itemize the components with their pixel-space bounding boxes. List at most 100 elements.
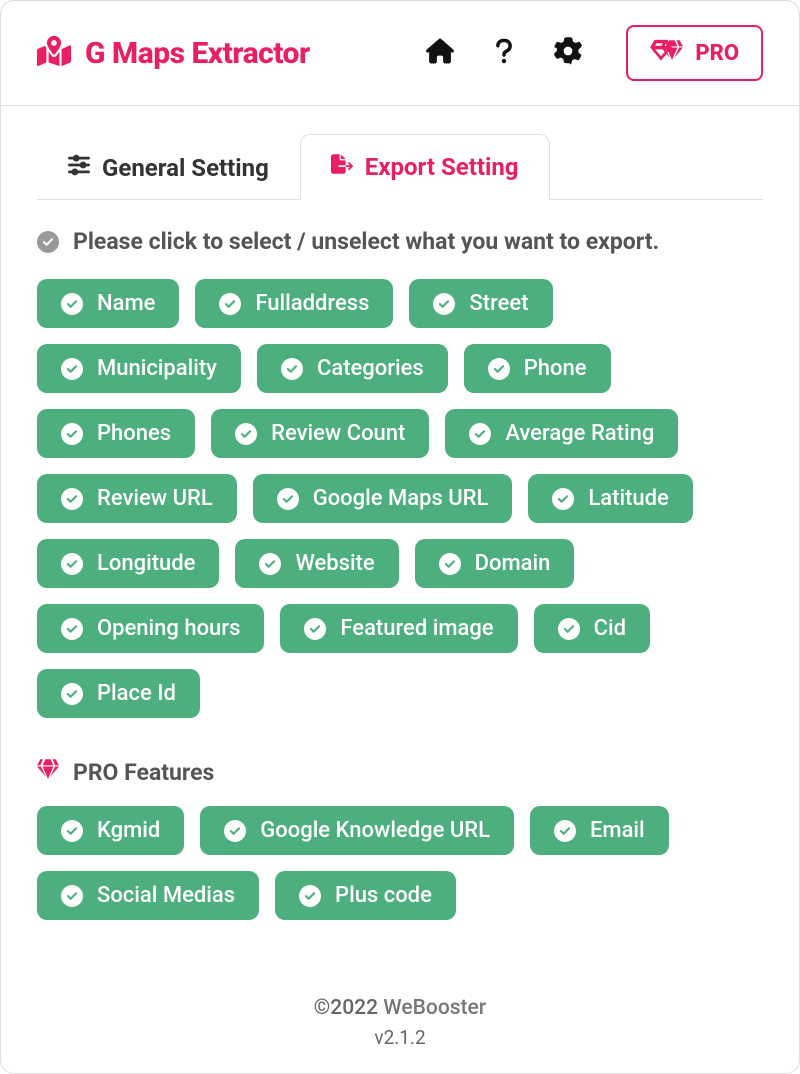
field-chip-label: Municipality <box>97 356 217 381</box>
check-circle-icon <box>235 423 257 445</box>
field-chip-label: Name <box>97 291 155 316</box>
field-chip-social-medias[interactable]: Social Medias <box>37 871 259 920</box>
field-chip-phone[interactable]: Phone <box>464 344 611 393</box>
field-chip-review-url[interactable]: Review URL <box>37 474 237 523</box>
field-chip-longitude[interactable]: Longitude <box>37 539 219 588</box>
field-chip-review-count[interactable]: Review Count <box>211 409 429 458</box>
pro-features-section: PRO Features Kgmid Google Knowledge URL Em… <box>37 758 763 920</box>
field-chip-municipality[interactable]: Municipality <box>37 344 241 393</box>
export-field-list: Name Fulladdress Street Municipality Categor… <box>37 279 763 718</box>
field-chip-average-rating[interactable]: Average Rating <box>445 409 678 458</box>
check-circle-icon <box>61 488 83 510</box>
instruction-text: Please click to select / unselect what y… <box>73 228 659 255</box>
diamond-icon <box>650 39 683 67</box>
field-chip-street[interactable]: Street <box>409 279 552 328</box>
sliders-icon <box>68 154 90 182</box>
question-icon <box>490 37 518 69</box>
check-circle-icon <box>259 553 281 575</box>
check-circle-icon <box>304 618 326 640</box>
check-circle-icon <box>37 231 59 253</box>
field-chip-label: Longitude <box>97 551 195 576</box>
field-chip-label: Latitude <box>588 486 668 511</box>
field-chip-label: Phones <box>97 421 171 446</box>
field-chip-featured-image[interactable]: Featured image <box>280 604 517 653</box>
check-circle-icon <box>61 293 83 315</box>
field-chip-label: Opening hours <box>97 616 240 641</box>
check-circle-icon <box>554 820 576 842</box>
check-circle-icon <box>61 820 83 842</box>
field-chip-label: Domain <box>475 551 551 576</box>
check-circle-icon <box>488 358 510 380</box>
field-chip-latitude[interactable]: Latitude <box>528 474 692 523</box>
check-circle-icon <box>277 488 299 510</box>
field-chip-categories[interactable]: Categories <box>257 344 448 393</box>
field-chip-label: Place Id <box>97 681 176 706</box>
check-circle-icon <box>61 885 83 907</box>
field-chip-kgmid[interactable]: Kgmid <box>37 806 184 855</box>
file-export-icon <box>331 153 353 181</box>
tab-export-label: Export Setting <box>365 153 519 181</box>
field-chip-label: Cid <box>594 616 626 641</box>
export-panel: Please click to select / unselect what y… <box>1 200 799 960</box>
field-chip-label: Fulladdress <box>255 291 369 316</box>
check-circle-icon <box>61 618 83 640</box>
tab-general-setting[interactable]: General Setting <box>37 135 300 200</box>
tab-export-setting[interactable]: Export Setting <box>300 134 550 200</box>
check-circle-icon <box>552 488 574 510</box>
map-pin-icon <box>37 34 71 72</box>
field-chip-label: Google Maps URL <box>313 486 489 511</box>
check-circle-icon <box>439 553 461 575</box>
footer-brand: WeBooster <box>383 996 486 1020</box>
field-chip-google-knowledge-url[interactable]: Google Knowledge URL <box>200 806 514 855</box>
field-chip-email[interactable]: Email <box>530 806 669 855</box>
header: G Maps Extractor PRO <box>1 1 799 106</box>
field-chip-cid[interactable]: Cid <box>534 604 650 653</box>
field-chip-label: Review URL <box>97 486 213 511</box>
field-chip-website[interactable]: Website <box>235 539 398 588</box>
diamond-icon <box>37 758 59 786</box>
check-circle-icon <box>61 683 83 705</box>
tab-general-label: General Setting <box>102 154 269 182</box>
field-chip-label: Plus code <box>335 883 432 908</box>
app-logo: G Maps Extractor <box>37 34 310 72</box>
pro-field-list: Kgmid Google Knowledge URL Email Social Med… <box>37 806 763 920</box>
field-chip-fulladdress[interactable]: Fulladdress <box>195 279 393 328</box>
field-chip-plus-code[interactable]: Plus code <box>275 871 456 920</box>
field-chip-label: Phone <box>524 356 587 381</box>
field-chip-phones[interactable]: Phones <box>37 409 195 458</box>
instruction-row: Please click to select / unselect what y… <box>37 228 763 255</box>
field-chip-label: Google Knowledge URL <box>260 818 490 843</box>
gear-icon <box>554 37 582 69</box>
check-circle-icon <box>281 358 303 380</box>
field-chip-label: Review Count <box>271 421 405 446</box>
help-button[interactable] <box>486 35 522 71</box>
check-circle-icon <box>433 293 455 315</box>
tabs: General Setting Export Setting <box>1 106 799 200</box>
app-window: G Maps Extractor PRO <box>0 0 800 1074</box>
footer: ©2022 WeBooster v2.1.2 <box>1 960 799 1073</box>
check-circle-icon <box>299 885 321 907</box>
check-circle-icon <box>61 553 83 575</box>
footer-version: v2.1.2 <box>1 1026 799 1049</box>
check-circle-icon <box>558 618 580 640</box>
pro-button[interactable]: PRO <box>626 25 763 81</box>
field-chip-label: Kgmid <box>97 818 160 843</box>
home-icon <box>426 37 454 69</box>
app-title: G Maps Extractor <box>85 36 310 71</box>
copyright-text: ©2022 <box>314 996 383 1020</box>
field-chip-label: Average Rating <box>505 421 654 446</box>
field-chip-place-id[interactable]: Place Id <box>37 669 200 718</box>
check-circle-icon <box>61 358 83 380</box>
field-chip-label: Website <box>295 551 374 576</box>
pro-features-title: PRO Features <box>73 759 214 786</box>
field-chip-opening-hours[interactable]: Opening hours <box>37 604 264 653</box>
field-chip-name[interactable]: Name <box>37 279 179 328</box>
settings-button[interactable] <box>550 35 586 71</box>
field-chip-domain[interactable]: Domain <box>415 539 575 588</box>
check-circle-icon <box>219 293 241 315</box>
field-chip-google-maps-url[interactable]: Google Maps URL <box>253 474 513 523</box>
field-chip-label: Social Medias <box>97 883 235 908</box>
pro-label: PRO <box>695 41 739 66</box>
field-chip-label: Email <box>590 818 645 843</box>
home-button[interactable] <box>422 35 458 71</box>
